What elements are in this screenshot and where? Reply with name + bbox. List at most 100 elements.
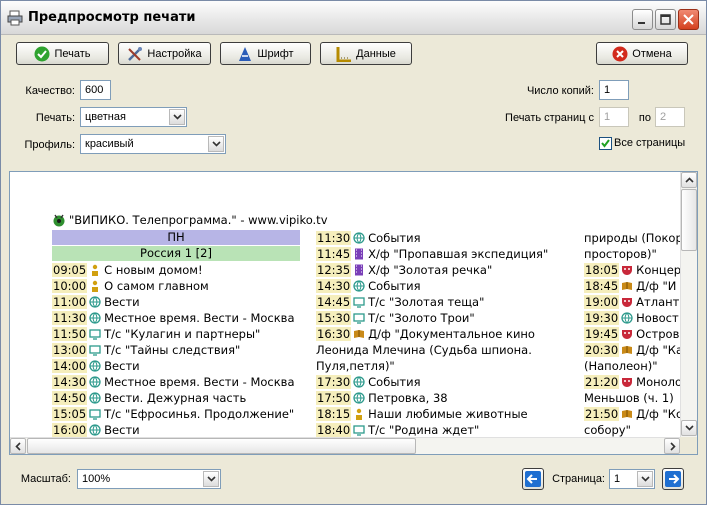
print-mode-label: Печать: (35, 112, 75, 124)
program-time: 11:45 (316, 247, 352, 261)
data-button-label: Данные (356, 47, 396, 60)
program-time: 19:45 (584, 327, 620, 341)
scroll-down-button[interactable] (681, 420, 697, 436)
pages-to-label: по (638, 112, 651, 124)
print-mode-value: цветная (85, 111, 126, 123)
program-row: Леонида Млечина (Судьба шпиона. (316, 342, 578, 358)
program-row: 21:20 Моноло (584, 374, 681, 390)
program-title: собору" (584, 423, 631, 437)
program-time: 15:05 (52, 407, 88, 421)
program-row: 14:30 Местное время. Вести - Москва (52, 374, 302, 390)
program-time: 19:00 (584, 295, 620, 309)
page-select[interactable]: 1 (609, 469, 655, 489)
program-time: 11:50 (52, 327, 88, 341)
program-title: (Наполеон)" (584, 359, 658, 373)
program-row: 15:30 Т/с "Золото Трои" (316, 310, 578, 326)
program-row: 19:30 Новост (584, 310, 681, 326)
print-mode-select[interactable]: цветная (80, 107, 187, 127)
program-row: 12:35 Х/ф "Золотая речка" (316, 262, 578, 278)
program-time: 09:05 (52, 263, 88, 277)
chevron-up-icon (685, 177, 694, 183)
chevron-down-icon[interactable] (637, 471, 653, 487)
chevron-down-icon[interactable] (208, 136, 224, 152)
close-window-button[interactable] (678, 9, 699, 30)
program-row: Пуля,петля)" (316, 358, 578, 374)
day-header: ПН (52, 230, 300, 245)
program-title: Д/ф "Ка (636, 343, 681, 357)
print-button[interactable]: Печать (16, 42, 109, 65)
program-title: Концер (636, 263, 681, 277)
maximize-button[interactable] (655, 9, 676, 30)
previous-page-button[interactable] (522, 468, 544, 490)
program-title: Т/с "Кулагин и партнеры" (104, 327, 261, 341)
program-time: 14:00 (52, 359, 88, 373)
program-title: Т/с "Ефросинья. Продолжение" (104, 407, 295, 421)
quality-input[interactable]: 600 (80, 80, 111, 100)
program-row: 18:40 Т/с "Родина ждет" (316, 422, 578, 437)
horizontal-scrollbar[interactable] (10, 437, 681, 454)
minimize-icon (638, 22, 645, 24)
globe-icon (89, 312, 101, 324)
scale-select[interactable]: 100% (77, 469, 221, 489)
program-row: 14:45 Т/с "Золотая теща" (316, 294, 578, 310)
preview-area[interactable]: "ВИПИКО. Телепрограмма." - www.vipiko.tv… (9, 171, 698, 455)
profile-select[interactable]: красивый (80, 134, 226, 154)
pages-from-input[interactable]: 1 (599, 107, 629, 127)
cancel-button[interactable]: Отмена (596, 42, 688, 65)
font-button[interactable]: Шрифт (220, 42, 311, 65)
print-button-label: Печать (54, 47, 91, 60)
globe-icon (353, 376, 365, 388)
program-title: Вести (104, 359, 140, 373)
program-row: 14:50 Вести. Дежурная часть (52, 390, 302, 406)
program-title: Моноло (636, 375, 681, 389)
program-title: Т/с "Золотая теща" (368, 295, 485, 309)
program-title: Х/ф "Пропавшая экспедиция" (368, 247, 549, 261)
chevron-down-icon[interactable] (169, 109, 185, 125)
tv-icon (89, 344, 101, 356)
pages-to-input[interactable]: 2 (655, 107, 685, 127)
data-button[interactable]: Данные (320, 42, 412, 65)
program-row: 11:30 Местное время. Вести - Москва (52, 310, 302, 326)
program-title: События (368, 375, 421, 389)
program-row: собору" (584, 422, 681, 437)
globe-icon (621, 312, 633, 324)
documentary-icon (621, 408, 633, 420)
program-time: 13:00 (52, 343, 88, 357)
next-page-button[interactable] (662, 468, 684, 490)
theater-mask-icon (621, 264, 633, 276)
program-title: Вести (104, 295, 140, 309)
setup-button[interactable]: Настройка (118, 42, 211, 65)
scroll-right-button[interactable] (664, 438, 680, 454)
globe-icon (353, 232, 365, 244)
vertical-scroll-thumb[interactable] (681, 189, 697, 251)
program-title: События (368, 231, 421, 245)
minimize-button[interactable] (632, 9, 653, 30)
program-time: 14:30 (316, 279, 352, 293)
page-value: 1 (614, 473, 621, 485)
globe-icon (89, 392, 101, 404)
program-time: 12:35 (316, 263, 352, 277)
person-icon (353, 408, 365, 420)
program-title: просторов)" (584, 247, 657, 261)
ruler-icon (336, 46, 352, 62)
program-time: 20:30 (584, 343, 620, 357)
program-time: 16:00 (52, 423, 88, 437)
scroll-up-button[interactable] (681, 172, 697, 188)
horizontal-scroll-thumb[interactable] (27, 438, 416, 454)
scroll-left-button[interactable] (10, 438, 26, 454)
checkmark-icon (601, 139, 610, 148)
tv-icon (353, 296, 365, 308)
all-pages-checkbox[interactable] (599, 137, 612, 150)
program-row: 11:45 Х/ф "Пропавшая экспедиция" (316, 246, 578, 262)
program-row: 16:30 Д/ф "Документальное кино (316, 326, 578, 342)
copies-input[interactable]: 1 (599, 80, 629, 100)
program-row: 17:30 События (316, 374, 578, 390)
program-row: 11:00 Вести (52, 294, 302, 310)
maximize-icon (660, 14, 671, 25)
title-bar[interactable]: Предпросмотр печати (1, 1, 706, 35)
vertical-scrollbar[interactable] (680, 172, 697, 437)
program-row: 16:00 Вести (52, 422, 302, 437)
program-time: 14:50 (52, 391, 88, 405)
chevron-down-icon[interactable] (203, 471, 219, 487)
program-title: Местное время. Вести - Москва (104, 375, 295, 389)
